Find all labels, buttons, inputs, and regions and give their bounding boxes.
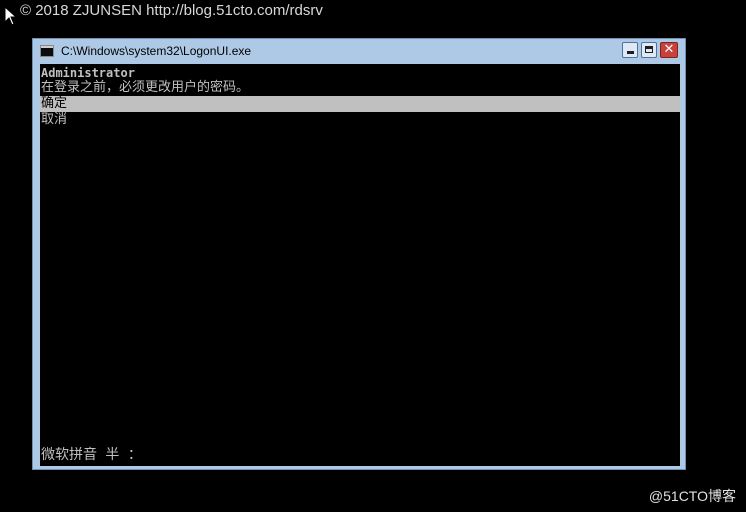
console-window-icon xyxy=(40,45,54,57)
cancel-option[interactable]: 取消 xyxy=(40,112,680,128)
console-scrollbar[interactable] xyxy=(680,64,684,466)
close-icon: ✕ xyxy=(663,42,675,57)
username-text: Administrator xyxy=(41,66,135,80)
minimize-button[interactable] xyxy=(622,42,638,58)
logonui-console-window: C:\Windows\system32\LogonUI.exe ✕ Admini… xyxy=(32,38,686,470)
ok-option[interactable]: 确定 xyxy=(40,96,680,112)
copyright-watermark: © 2018 ZJUNSEN http://blog.51cto.com/rds… xyxy=(20,2,323,19)
ime-status-bar[interactable]: 微软拼音 半 ： xyxy=(41,446,142,464)
maximize-icon xyxy=(645,46,653,53)
title-bar[interactable]: C:\Windows\system32\LogonUI.exe ✕ xyxy=(33,39,685,63)
console-area[interactable]: Administrator 在登录之前，必须更改用户的密码。 确定 取消 微软拼… xyxy=(40,64,680,466)
site-watermark: @51CTO博客 xyxy=(648,488,736,504)
mouse-cursor-icon xyxy=(4,6,18,26)
desktop-screen: © 2018 ZJUNSEN http://blog.51cto.com/rds… xyxy=(0,0,746,512)
password-change-message: 在登录之前，必须更改用户的密码。 xyxy=(41,80,250,95)
minimize-icon xyxy=(627,51,634,54)
maximize-button[interactable] xyxy=(641,42,657,58)
window-title: C:\Windows\system32\LogonUI.exe xyxy=(61,44,252,58)
close-button[interactable]: ✕ xyxy=(660,42,678,58)
